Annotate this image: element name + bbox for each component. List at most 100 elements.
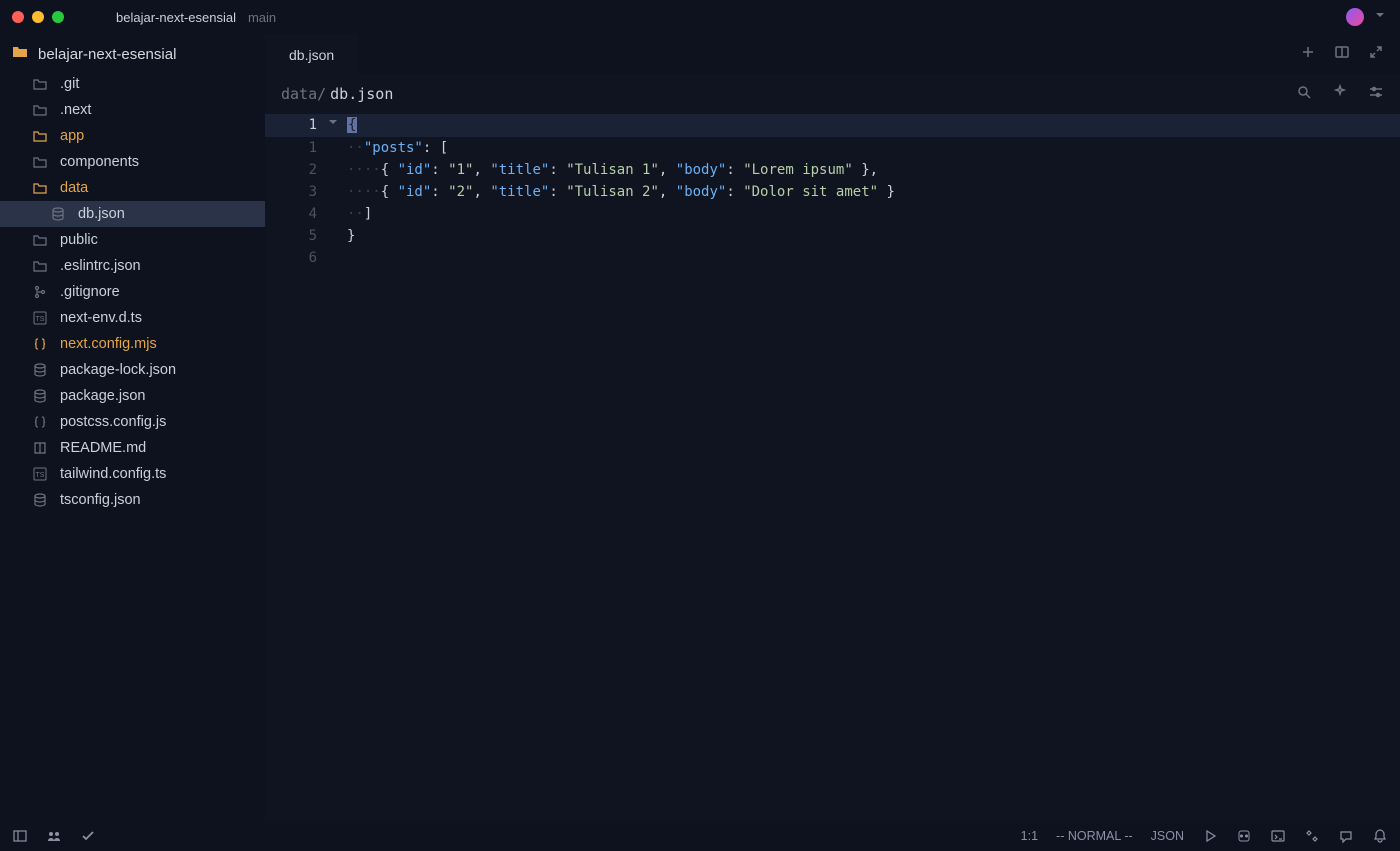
tree-item--eslintrc-json[interactable]: .eslintrc.json [0, 253, 265, 279]
editor-area: db.json data/db.json [265, 34, 1400, 821]
branch-name[interactable]: main [248, 10, 276, 25]
code-line[interactable]: 2 ····{ "id": "1", "title": "Tulisan 1",… [265, 159, 1400, 181]
tree-item-label: components [60, 154, 139, 170]
panel-layout-button[interactable] [12, 828, 28, 844]
tree-item-label: app [60, 128, 84, 144]
code-line[interactable]: 3 ····{ "id": "2", "title": "Tulisan 2",… [265, 181, 1400, 203]
database-icon [32, 362, 48, 378]
breadcrumb-file[interactable]: db.json [330, 85, 393, 103]
line-number: 6 [265, 247, 325, 269]
tree-item--git[interactable]: .git [0, 71, 265, 97]
fold-chevron-icon[interactable] [325, 114, 341, 137]
chat-button[interactable] [1338, 828, 1354, 844]
git-icon [32, 284, 48, 300]
folder-icon [32, 258, 48, 274]
database-icon [32, 492, 48, 508]
split-panel-button[interactable] [1334, 44, 1350, 65]
tree-item-label: .eslintrc.json [60, 258, 141, 274]
project-root-label: belajar-next-esensial [38, 46, 176, 63]
line-number: 2 [265, 159, 325, 181]
braces-icon [32, 414, 48, 430]
tab-label: db.json [289, 47, 334, 63]
notifications-button[interactable] [1372, 828, 1388, 844]
window-controls [12, 11, 64, 23]
tree-item-tailwind-config-ts[interactable]: TS tailwind.config.ts [0, 461, 265, 487]
tree-item-label: package-lock.json [60, 362, 176, 378]
cursor-position[interactable]: 1:1 [1021, 829, 1038, 843]
tree-item-app[interactable]: app [0, 123, 265, 149]
file-explorer: belajar-next-esensial .git .next app compon… [0, 34, 265, 821]
tree-item-label: tailwind.config.ts [60, 466, 166, 482]
chevron-down-icon[interactable] [1372, 7, 1388, 28]
tree-item--gitignore[interactable]: .gitignore [0, 279, 265, 305]
tree-item-README-md[interactable]: README.md [0, 435, 265, 461]
language-mode[interactable]: JSON [1151, 829, 1184, 843]
breadcrumb-dir[interactable]: data/ [281, 85, 326, 103]
new-tab-button[interactable] [1300, 44, 1316, 65]
tree-item-label: public [60, 232, 98, 248]
cursor: { [347, 117, 357, 133]
code-editor[interactable]: 1 { 1 ··"posts": [ 2 ····{ "id": "1", "t… [265, 114, 1400, 821]
svg-text:TS: TS [36, 316, 45, 323]
run-button[interactable] [1202, 828, 1218, 844]
tree-item-next-env-d-ts[interactable]: TS next-env.d.ts [0, 305, 265, 331]
project-root[interactable]: belajar-next-esensial [0, 38, 265, 71]
diagnostics-ok-icon[interactable] [80, 828, 96, 844]
assistant-icon[interactable] [1304, 828, 1320, 844]
folder-icon [32, 180, 48, 196]
tree-item-label: .git [60, 76, 79, 92]
tree-item-package-lock-json[interactable]: package-lock.json [0, 357, 265, 383]
expand-button[interactable] [1368, 44, 1384, 65]
tree-item-public[interactable]: public [0, 227, 265, 253]
tree-item-label: package.json [60, 388, 145, 404]
user-avatar[interactable] [1346, 8, 1364, 26]
folder-icon [32, 154, 48, 170]
tree-item-data[interactable]: data [0, 175, 265, 201]
tab-db-json[interactable]: db.json [265, 34, 358, 74]
folder-open-icon [12, 44, 28, 65]
tree-item--next[interactable]: .next [0, 97, 265, 123]
code-line[interactable]: 1 ··"posts": [ [265, 137, 1400, 159]
braces-icon [32, 336, 48, 352]
settings-sliders-icon[interactable] [1368, 84, 1384, 104]
database-icon [32, 388, 48, 404]
line-number: 1 [265, 114, 325, 137]
code-line[interactable]: 5 } [265, 225, 1400, 247]
tree-item-label: data [60, 180, 88, 196]
folder-icon [32, 128, 48, 144]
tree-item-tsconfig-json[interactable]: tsconfig.json [0, 487, 265, 513]
tree-item-components[interactable]: components [0, 149, 265, 175]
code-line[interactable]: 4 ··] [265, 203, 1400, 225]
svg-text:TS: TS [36, 472, 45, 479]
collaborators-button[interactable] [46, 828, 62, 844]
tree-item-db-json[interactable]: db.json [0, 201, 265, 227]
titlebar: belajar-next-esensial main [0, 0, 1400, 34]
line-number: 4 [265, 203, 325, 225]
breadcrumb: data/db.json [265, 74, 1400, 114]
search-icon[interactable] [1296, 84, 1312, 104]
tree-item-next-config-mjs[interactable]: next.config.mjs [0, 331, 265, 357]
tree-item-label: next.config.mjs [60, 336, 157, 352]
minimize-window-button[interactable] [32, 11, 44, 23]
book-icon [32, 440, 48, 456]
tree-item-label: README.md [60, 440, 146, 456]
line-number: 1 [265, 137, 325, 159]
close-window-button[interactable] [12, 11, 24, 23]
maximize-window-button[interactable] [52, 11, 64, 23]
code-line[interactable]: 6 [265, 247, 1400, 269]
folder-icon [32, 76, 48, 92]
folder-icon [32, 232, 48, 248]
code-line[interactable]: 1 { [265, 114, 1400, 137]
tree-item-package-json[interactable]: package.json [0, 383, 265, 409]
sparkle-icon[interactable] [1332, 84, 1348, 104]
tree-item-label: .next [60, 102, 91, 118]
copilot-icon[interactable] [1236, 828, 1252, 844]
vim-mode: -- NORMAL -- [1056, 829, 1133, 843]
terminal-button[interactable] [1270, 828, 1286, 844]
database-icon [50, 206, 66, 222]
tree-item-label: next-env.d.ts [60, 310, 142, 326]
tree-item-postcss-config-js[interactable]: postcss.config.js [0, 409, 265, 435]
status-bar: 1:1 -- NORMAL -- JSON [0, 821, 1400, 851]
tab-bar: db.json [265, 34, 1400, 74]
ts-icon: TS [32, 310, 48, 326]
